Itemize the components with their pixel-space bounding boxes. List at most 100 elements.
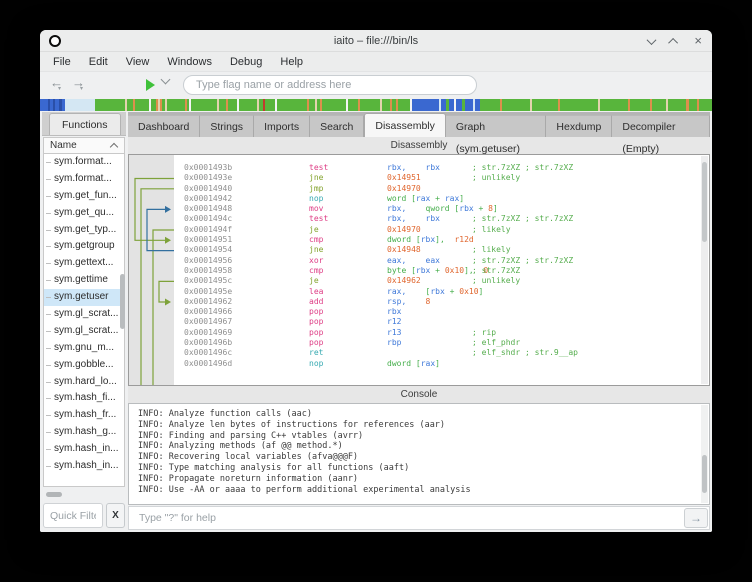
back-dropdown-caret[interactable]: ▾ bbox=[58, 85, 61, 92]
disassembly-row[interactable]: 0x00014954jne0x14948; likely bbox=[129, 245, 701, 255]
menu-file[interactable]: File bbox=[44, 52, 80, 72]
disassembly-scrollbar-handle[interactable] bbox=[702, 162, 707, 242]
function-list-item[interactable]: sym.hash_fi... bbox=[44, 390, 124, 407]
tab-strings[interactable]: Strings bbox=[200, 115, 254, 137]
disassembly-row[interactable]: 0x00014969popr13; rip bbox=[129, 328, 701, 338]
function-list-item[interactable]: sym.get_typ... bbox=[44, 222, 124, 239]
menu-windows[interactable]: Windows bbox=[158, 52, 221, 72]
tab-disassembly[interactable]: Disassembly bbox=[364, 113, 446, 137]
forward-dropdown-caret[interactable]: ▾ bbox=[80, 85, 83, 92]
sort-ascending-icon bbox=[110, 143, 118, 151]
disassembly-row[interactable]: 0x0001496bpoprbp; elf_phdr bbox=[129, 338, 701, 348]
disassembly-row[interactable]: 0x00014942nopword [rax + rax] bbox=[129, 194, 701, 204]
disassembly-row[interactable]: 0x0001495cje0x14962; unlikely bbox=[129, 276, 701, 286]
disassembly-row[interactable]: 0x00014962addrsp, 8 bbox=[129, 297, 701, 307]
seek-address-input[interactable] bbox=[183, 75, 477, 95]
console-scrollbar-handle[interactable] bbox=[702, 455, 707, 493]
instruction-mnemonic: test bbox=[309, 214, 387, 224]
quick-filter-input[interactable] bbox=[43, 503, 103, 528]
console-send-button[interactable]: → bbox=[684, 508, 708, 528]
tab-search[interactable]: Search bbox=[310, 115, 364, 137]
disassembly-scrollbar[interactable] bbox=[701, 156, 708, 384]
function-list-item[interactable]: sym.hash_in... bbox=[44, 458, 124, 475]
tab-functions[interactable]: Functions bbox=[49, 113, 121, 135]
function-list-item[interactable]: sym.gettime bbox=[44, 272, 124, 289]
instruction-address: 0x00014940 bbox=[184, 184, 309, 194]
forward-button[interactable]: → bbox=[72, 75, 85, 90]
functions-vertical-scrollbar[interactable] bbox=[120, 274, 125, 329]
close-button[interactable]: × bbox=[694, 30, 702, 52]
instruction-comment: ; str.7zXZ ; str.7zXZ bbox=[472, 256, 573, 266]
disassembly-row[interactable]: 0x00014958cmpbyte [rbx + 0x10], 0; str.7… bbox=[129, 266, 701, 276]
minimize-button[interactable] bbox=[647, 35, 657, 45]
memory-segment bbox=[412, 99, 435, 111]
title-bar[interactable]: iaito – file:///bin/ls × bbox=[40, 30, 712, 52]
function-list-item[interactable]: sym.gl_scrat... bbox=[44, 323, 124, 340]
instruction-comment: ; unlikely bbox=[472, 276, 520, 286]
disassembly-row[interactable]: 0x0001494ctestrbx, rbx; str.7zXZ ; str.7… bbox=[129, 214, 701, 224]
function-list-item[interactable]: sym.format... bbox=[44, 154, 124, 171]
disassembly-row[interactable]: 0x00014948movrbx, qword [rbx + 8] bbox=[129, 204, 701, 214]
tab-dashboard[interactable]: Dashboard bbox=[128, 115, 200, 137]
disassembly-row[interactable]: 0x0001496cret; elf_shdr ; str.9__ap bbox=[129, 348, 701, 358]
instruction-address: 0x00014962 bbox=[184, 297, 309, 307]
menu-bar: FileEditViewWindowsDebugHelp bbox=[40, 52, 712, 72]
disassembly-row[interactable]: 0x00014951cmpdword [rbx], r12d bbox=[129, 235, 701, 245]
instruction-comment: ; elf_phdr bbox=[472, 338, 520, 348]
menu-view[interactable]: View bbox=[117, 52, 159, 72]
function-list-item[interactable]: sym.hard_lo... bbox=[44, 374, 124, 391]
function-list-item[interactable]: sym.hash_g... bbox=[44, 424, 124, 441]
disassembly-row[interactable]: 0x0001493btestrbx, rbx; str.7zXZ ; str.7… bbox=[129, 163, 701, 173]
tab-decompiler-empty[interactable]: Decompiler (Empty) bbox=[612, 115, 710, 137]
console-dock-title[interactable]: Console bbox=[128, 386, 710, 403]
function-list-item[interactable]: sym.gnu_m... bbox=[44, 340, 124, 357]
instruction-mnemonic: pop bbox=[309, 317, 387, 327]
console-output[interactable]: INFO: Analyze function calls (aac)INFO: … bbox=[128, 403, 710, 505]
functions-name-column-header[interactable]: Name bbox=[43, 137, 125, 154]
function-list-item[interactable]: sym.getuser bbox=[44, 289, 124, 306]
function-list-item[interactable]: sym.hash_in... bbox=[44, 441, 124, 458]
disassembly-row[interactable]: 0x00014967popr12 bbox=[129, 317, 701, 327]
tab-graph-sym-getuser[interactable]: Graph (sym.getuser) bbox=[446, 115, 547, 137]
menu-edit[interactable]: Edit bbox=[80, 52, 117, 72]
function-list-item[interactable]: sym.hash_fr... bbox=[44, 407, 124, 424]
function-list-item[interactable]: sym.format... bbox=[44, 171, 124, 188]
memory-map-bar[interactable] bbox=[40, 99, 712, 111]
instruction-mnemonic: jne bbox=[309, 173, 387, 183]
instruction-operands: eax, eax bbox=[387, 256, 440, 265]
maximize-button[interactable] bbox=[669, 37, 679, 47]
instruction-operands: rsp, 8 bbox=[387, 297, 430, 306]
debug-start-icon[interactable] bbox=[146, 79, 155, 91]
disassembly-row[interactable]: 0x0001493ejne0x14951; unlikely bbox=[129, 173, 701, 183]
console-scrollbar[interactable] bbox=[701, 405, 708, 503]
functions-horizontal-scrollbar[interactable] bbox=[46, 492, 62, 497]
instruction-mnemonic: cmp bbox=[309, 266, 387, 276]
disassembly-row[interactable]: 0x00014966poprbx bbox=[129, 307, 701, 317]
instruction-operands: 0x14948 bbox=[387, 245, 421, 254]
back-button[interactable]: ← bbox=[50, 75, 63, 90]
function-list-item[interactable]: sym.gobble... bbox=[44, 357, 124, 374]
console-input-row: → bbox=[128, 506, 710, 530]
tab-hexdump[interactable]: Hexdump bbox=[546, 115, 612, 137]
function-list-item[interactable]: sym.get_qu... bbox=[44, 205, 124, 222]
quick-filter-clear-button[interactable]: X bbox=[106, 503, 125, 528]
function-list-item[interactable]: sym.getgroup bbox=[44, 238, 124, 255]
menu-debug[interactable]: Debug bbox=[221, 52, 271, 72]
instruction-operands: rbx bbox=[387, 307, 401, 316]
disassembly-row[interactable]: 0x0001494fje0x14970; likely bbox=[129, 225, 701, 235]
debug-dropdown-caret[interactable] bbox=[161, 75, 171, 85]
memory-segment bbox=[532, 99, 558, 111]
memory-segment bbox=[191, 99, 217, 111]
function-list-item[interactable]: sym.gettext... bbox=[44, 255, 124, 272]
function-list-item[interactable]: sym.get_fun... bbox=[44, 188, 124, 205]
console-command-input[interactable] bbox=[129, 507, 683, 529]
disassembly-row[interactable]: 0x0001495elearax, [rbx + 0x10] bbox=[129, 287, 701, 297]
disassembly-row[interactable]: 0x0001496dnopdword [rax] bbox=[129, 359, 701, 369]
disassembly-row[interactable]: 0x00014956xoreax, eax; str.7zXZ ; str.7z… bbox=[129, 256, 701, 266]
function-list-item[interactable]: sym.gl_scrat... bbox=[44, 306, 124, 323]
tab-imports[interactable]: Imports bbox=[254, 115, 310, 137]
disassembly-row[interactable]: 0x00014940jmp0x14970 bbox=[129, 184, 701, 194]
menu-help[interactable]: Help bbox=[271, 52, 312, 72]
disassembly-view[interactable]: 0x0001493btestrbx, rbx; str.7zXZ ; str.7… bbox=[128, 154, 710, 386]
functions-list: sym.format...sym.format...sym.get_fun...… bbox=[43, 154, 125, 487]
